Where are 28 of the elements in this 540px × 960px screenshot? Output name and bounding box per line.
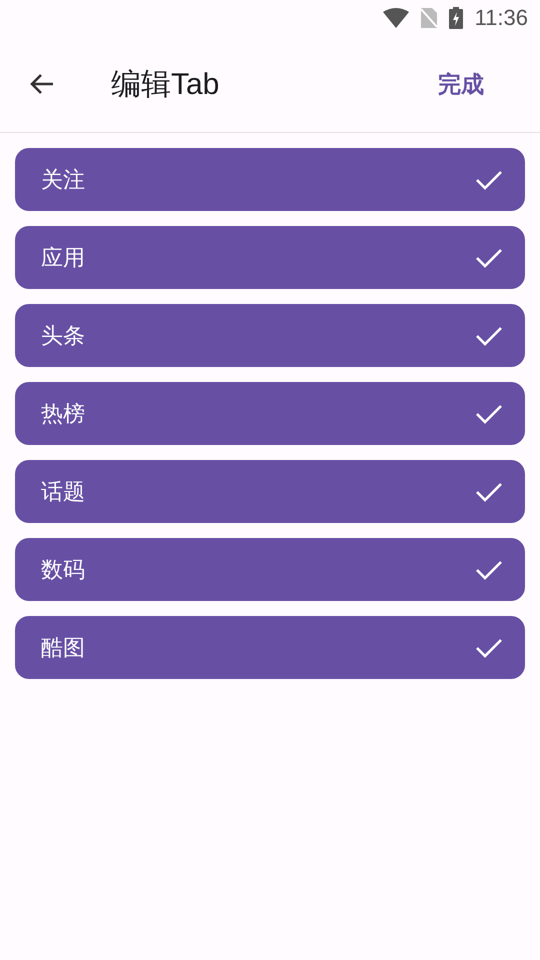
tab-toggle-item[interactable]: 应用 xyxy=(15,226,525,289)
check-icon xyxy=(475,558,503,580)
tab-toggle-item[interactable]: 关注 xyxy=(15,148,525,211)
tab-toggle-item[interactable]: 话题 xyxy=(15,460,525,523)
tab-label: 数码 xyxy=(41,556,85,584)
wifi-icon xyxy=(382,8,409,28)
tab-label: 热榜 xyxy=(41,400,85,428)
check-icon xyxy=(475,636,503,658)
check-icon xyxy=(475,324,503,346)
tab-toggle-item[interactable]: 热榜 xyxy=(15,382,525,445)
tab-toggle-item[interactable]: 头条 xyxy=(15,304,525,367)
tab-label: 头条 xyxy=(41,322,85,350)
status-time: 11:36 xyxy=(474,5,528,31)
tab-label: 应用 xyxy=(41,244,85,272)
check-icon xyxy=(475,168,503,190)
tab-label: 酷图 xyxy=(41,634,85,662)
tab-toggle-item[interactable]: 数码 xyxy=(15,538,525,601)
done-button[interactable]: 完成 xyxy=(418,60,504,108)
check-icon xyxy=(475,246,503,268)
page-title: 编辑Tab xyxy=(111,66,220,102)
no-sim-icon xyxy=(420,8,437,28)
check-icon xyxy=(475,480,503,502)
tab-label: 话题 xyxy=(41,478,85,506)
back-arrow-icon[interactable] xyxy=(29,73,55,95)
tab-label: 关注 xyxy=(41,166,85,194)
battery-charging-icon xyxy=(448,7,463,29)
tab-toggle-item[interactable]: 酷图 xyxy=(15,616,525,679)
check-icon xyxy=(475,402,503,424)
